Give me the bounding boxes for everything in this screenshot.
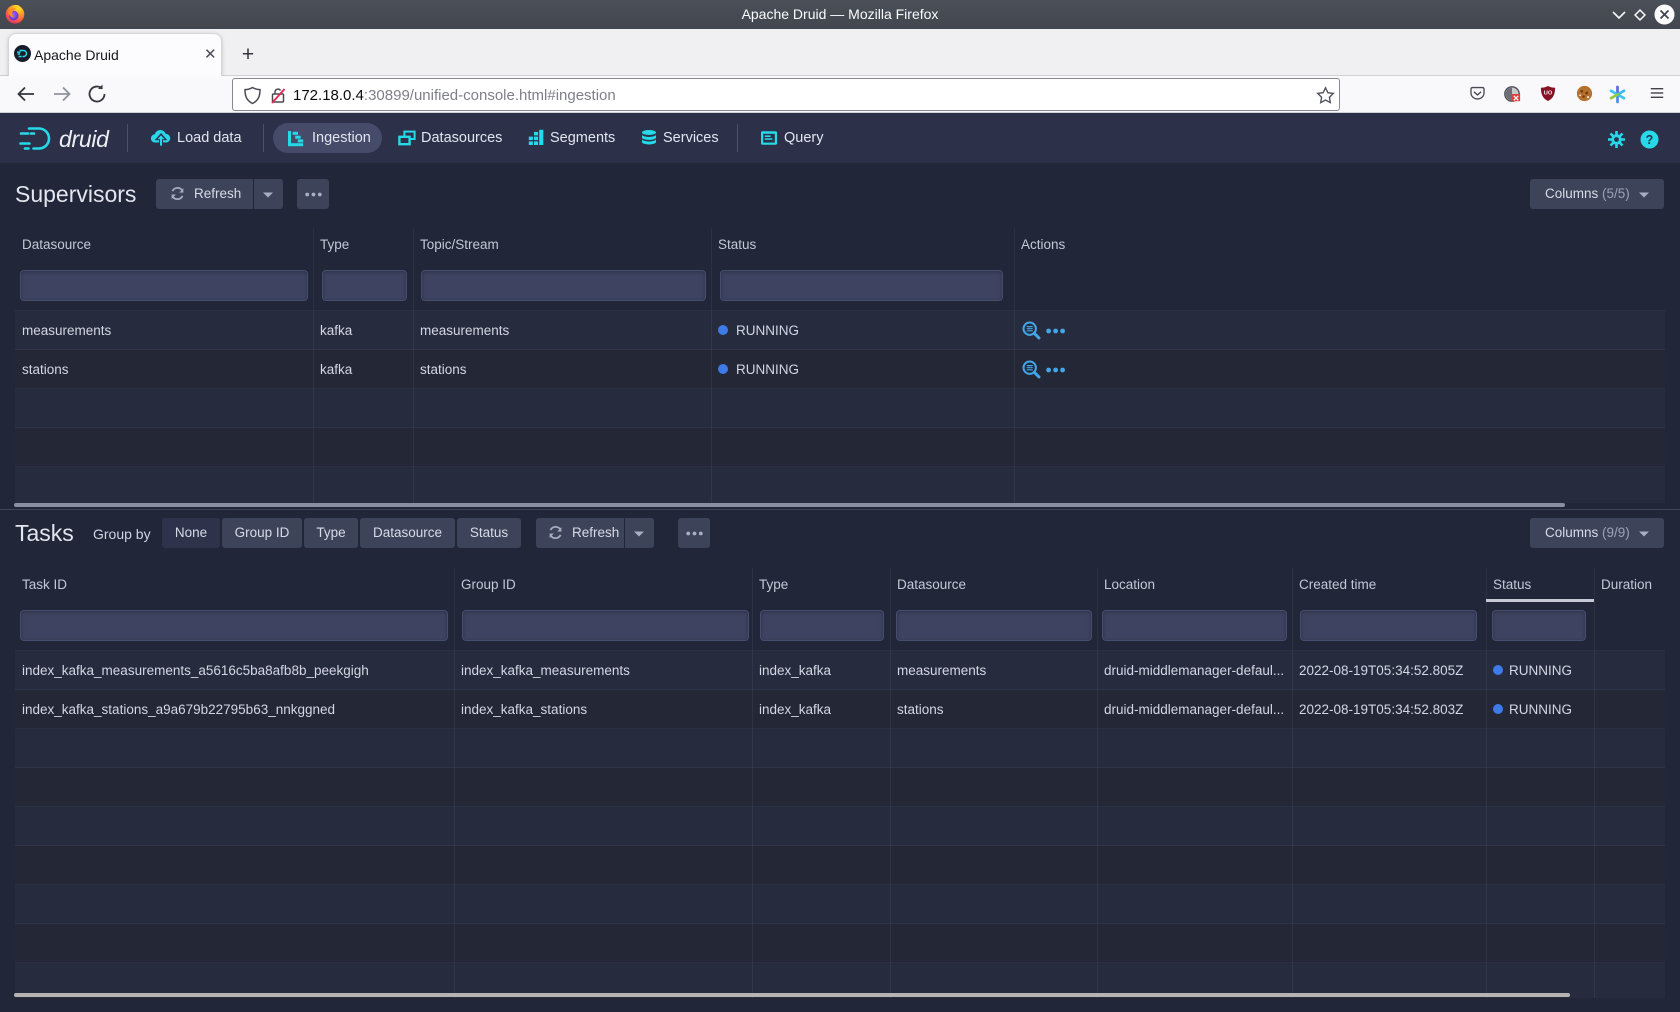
svg-text:UO: UO (1544, 90, 1553, 96)
svg-text:?: ? (1646, 133, 1654, 147)
